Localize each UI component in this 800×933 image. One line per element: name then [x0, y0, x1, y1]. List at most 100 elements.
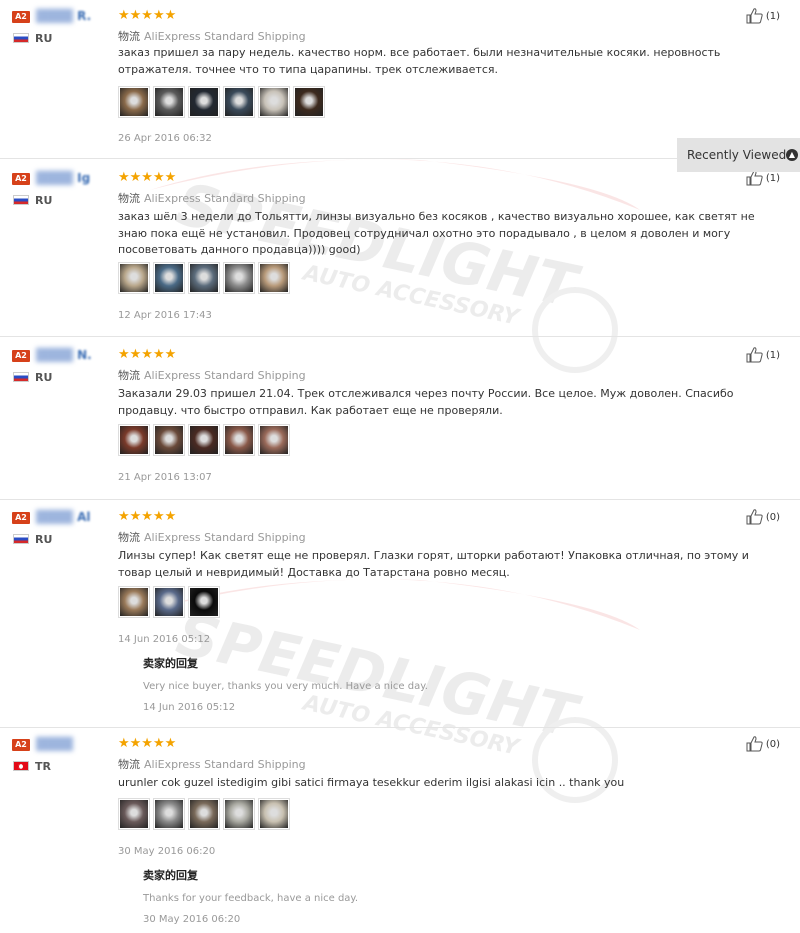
buyer-level-badge: A2 — [12, 512, 30, 524]
review-photo-thumbnail[interactable] — [188, 424, 220, 456]
review-photos — [118, 586, 220, 618]
chevron-up-icon: ▲ — [786, 149, 798, 161]
buyer-name[interactable]: ████ Al — [36, 510, 91, 524]
review-divider — [0, 499, 800, 500]
buyer-name[interactable]: ████ R. — [36, 9, 91, 23]
review-photo-thumbnail[interactable] — [223, 86, 255, 118]
photo-image — [260, 800, 288, 828]
shipping-name: AliExpress Standard Shipping — [144, 369, 306, 382]
buyer-country: RU — [35, 32, 53, 45]
photo-image — [120, 800, 148, 828]
shipping-cn-label: 物流 — [118, 192, 140, 205]
buyer-name-visible: Ig — [77, 171, 91, 185]
shipping-method: 物流 AliExpress Standard Shipping — [118, 367, 306, 383]
photo-image — [155, 426, 183, 454]
buyer-name-visible: N. — [77, 348, 92, 362]
recently-viewed-label: Recently Viewed — [687, 148, 787, 162]
review-photo-thumbnail[interactable] — [188, 586, 220, 618]
thumbs-up-icon — [746, 736, 763, 752]
rating-stars: ★★★★★ — [118, 8, 177, 23]
country-flag-icon — [13, 761, 29, 771]
buyer-country: RU — [35, 194, 53, 207]
buyer-name[interactable]: ████ Ig — [36, 171, 90, 185]
review-photo-thumbnail[interactable] — [223, 424, 255, 456]
rating-stars: ★★★★★ — [118, 170, 177, 185]
review-date: 26 Apr 2016 06:32 — [118, 133, 212, 144]
shipping-method: 物流 AliExpress Standard Shipping — [118, 190, 306, 206]
review-item: A2 ████ Al RU ★★★★★ 物流 AliExpress Standar… — [0, 501, 800, 727]
seller-reply: 卖家的回复 Thanks for your feedback, have a n… — [143, 867, 358, 925]
shipping-cn-label: 物流 — [118, 30, 140, 43]
photo-image — [260, 88, 288, 116]
buyer-level-badge: A2 — [12, 350, 30, 362]
photo-image — [120, 88, 148, 116]
thumbs-up-icon — [746, 509, 763, 525]
review-photo-thumbnail[interactable] — [153, 262, 185, 294]
rating-stars: ★★★★★ — [118, 736, 177, 751]
helpful-button[interactable]: (0) — [746, 736, 780, 752]
helpful-button[interactable]: (1) — [746, 8, 780, 24]
review-photo-thumbnail[interactable] — [188, 86, 220, 118]
photo-image — [120, 264, 148, 292]
review-date: 21 Apr 2016 13:07 — [118, 472, 212, 483]
review-photo-thumbnail[interactable] — [258, 798, 290, 830]
review-photo-thumbnail[interactable] — [223, 262, 255, 294]
country-flag-icon — [13, 195, 29, 205]
buyer-country: TR — [35, 760, 51, 773]
country-flag-icon — [13, 372, 29, 382]
review-photo-thumbnail[interactable] — [118, 586, 150, 618]
shipping-method: 物流 AliExpress Standard Shipping — [118, 28, 306, 44]
review-photo-thumbnail[interactable] — [153, 586, 185, 618]
country-flag-icon — [13, 534, 29, 544]
helpful-count: (1) — [765, 349, 780, 361]
photo-image — [225, 800, 253, 828]
buyer-level-badge: A2 — [12, 739, 30, 751]
review-item: A2 ████ TR ★★★★★ 物流 AliExpress Standard S… — [0, 728, 800, 933]
seller-reply-title: 卖家的回复 — [143, 869, 198, 882]
shipping-cn-label: 物流 — [118, 758, 140, 771]
review-date: 14 Jun 2016 05:12 — [118, 634, 211, 645]
review-photos — [118, 86, 325, 118]
seller-reply-message: Very nice buyer, thanks you very much. H… — [143, 681, 428, 692]
buyer-country: RU — [35, 371, 53, 384]
thumbs-up-icon — [746, 347, 763, 363]
helpful-count: (1) — [765, 172, 780, 184]
review-text: заказ пришел за пару недель. качество но… — [118, 46, 721, 76]
review-text: заказ шёл 3 недели до Тольятти, линзы ви… — [118, 210, 755, 256]
review-photo-thumbnail[interactable] — [118, 424, 150, 456]
review-photo-thumbnail[interactable] — [223, 798, 255, 830]
review-photo-thumbnail[interactable] — [118, 86, 150, 118]
review-photo-thumbnail[interactable] — [188, 798, 220, 830]
rating-stars: ★★★★★ — [118, 347, 177, 362]
shipping-name: AliExpress Standard Shipping — [144, 30, 306, 43]
shipping-method: 物流 AliExpress Standard Shipping — [118, 756, 306, 772]
shipping-cn-label: 物流 — [118, 531, 140, 544]
seller-reply: 卖家的回复 Very nice buyer, thanks you very m… — [143, 655, 428, 713]
photo-image — [225, 264, 253, 292]
country-flag-icon — [13, 33, 29, 43]
helpful-button[interactable]: (1) — [746, 170, 780, 186]
photo-image — [260, 264, 288, 292]
photo-image — [120, 426, 148, 454]
review-photo-thumbnail[interactable] — [118, 262, 150, 294]
photo-image — [190, 800, 218, 828]
review-photo-thumbnail[interactable] — [293, 86, 325, 118]
buyer-name[interactable]: ████ N. — [36, 348, 92, 362]
photo-image — [155, 588, 183, 616]
helpful-button[interactable]: (1) — [746, 347, 780, 363]
review-photos — [118, 424, 290, 456]
buyer-name[interactable]: ████ — [36, 737, 73, 751]
review-photo-thumbnail[interactable] — [118, 798, 150, 830]
review-photo-thumbnail[interactable] — [153, 798, 185, 830]
seller-reply-date: 30 May 2016 06:20 — [143, 914, 241, 925]
review-photo-thumbnail[interactable] — [153, 86, 185, 118]
review-photo-thumbnail[interactable] — [188, 262, 220, 294]
review-photo-thumbnail[interactable] — [258, 262, 290, 294]
review-photo-thumbnail[interactable] — [258, 424, 290, 456]
recently-viewed-tab[interactable]: Recently Viewed ▲ — [677, 138, 800, 172]
review-photo-thumbnail[interactable] — [258, 86, 290, 118]
seller-reply-title: 卖家的回复 — [143, 657, 198, 670]
review-photo-thumbnail[interactable] — [153, 424, 185, 456]
helpful-button[interactable]: (0) — [746, 509, 780, 525]
photo-image — [295, 88, 323, 116]
